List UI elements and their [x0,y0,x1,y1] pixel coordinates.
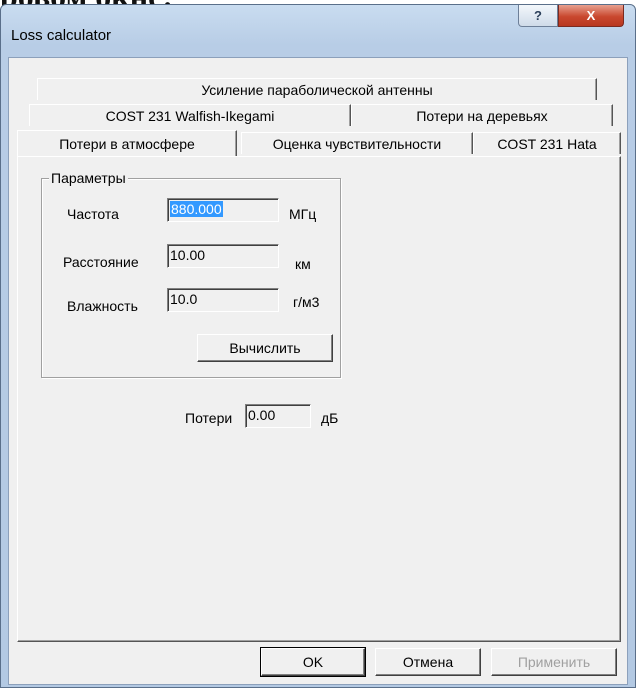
distance-label: Расстояние [63,254,139,270]
cancel-button[interactable]: Отмена [375,648,481,676]
losses-value: 0.00 [248,407,276,423]
tab-cost231-walfish-ikegami[interactable]: COST 231 Walfish-Ikegami [29,104,351,126]
tab-cost231-hata[interactable]: COST 231 Hata [473,132,621,154]
dialog-client-area: Усиление параболической антенны COST 231… [8,57,628,685]
calculate-button[interactable]: Вычислить [197,334,333,362]
frequency-input[interactable]: 880.000 [167,198,279,222]
tab-label: COST 231 Hata [497,135,597,152]
help-icon: ? [534,8,542,23]
cancel-button-label: Отмена [402,654,454,670]
frequency-unit: МГц [289,206,317,222]
distance-unit: км [295,256,311,272]
window-title: Loss calculator [11,27,112,44]
tab-label: Потери в атмосфере [59,135,195,152]
distance-input[interactable]: 10.00 [167,244,279,268]
humidity-value: 10.0 [170,291,198,307]
tab-label: Потери на деревьях [416,107,548,124]
loss-calculator-window: Loss calculator ? X Усиление параболичес… [0,4,636,688]
humidity-unit: г/м3 [293,294,320,310]
tab-label: COST 231 Walfish-Ikegami [105,107,275,124]
tab-sensitivity-estimate[interactable]: Оценка чувствительности [241,132,473,154]
frequency-label: Частота [67,206,119,222]
humidity-label: Влажность [67,298,138,314]
close-icon: X [586,8,596,23]
distance-value: 10.00 [170,247,206,263]
tab-parabolic-antenna-gain[interactable]: Усиление параболической антенны [37,78,597,100]
apply-button-label: Применить [517,654,591,670]
losses-output: 0.00 [245,404,311,428]
losses-label: Потери [185,410,233,426]
tab-atmospheric-losses[interactable]: Потери в атмосфере [17,130,237,156]
losses-unit: дБ [321,410,339,426]
tab-tree-losses[interactable]: Потери на деревьях [351,104,613,126]
humidity-input[interactable]: 10.0 [167,288,279,312]
frequency-value: 880.000 [170,201,223,217]
tab-label: Оценка чувствительности [272,135,442,152]
parameters-group-label: Параметры [49,170,128,186]
tab-label: Усиление параболической антенны [201,81,433,98]
apply-button[interactable]: Применить [491,648,617,676]
ok-button[interactable]: OK [260,647,366,677]
calculate-button-label: Вычислить [229,340,301,356]
close-button[interactable]: X [558,5,624,27]
ok-button-label: OK [302,654,324,670]
help-button[interactable]: ? [518,5,558,27]
title-bar: Loss calculator ? X [1,5,635,63]
